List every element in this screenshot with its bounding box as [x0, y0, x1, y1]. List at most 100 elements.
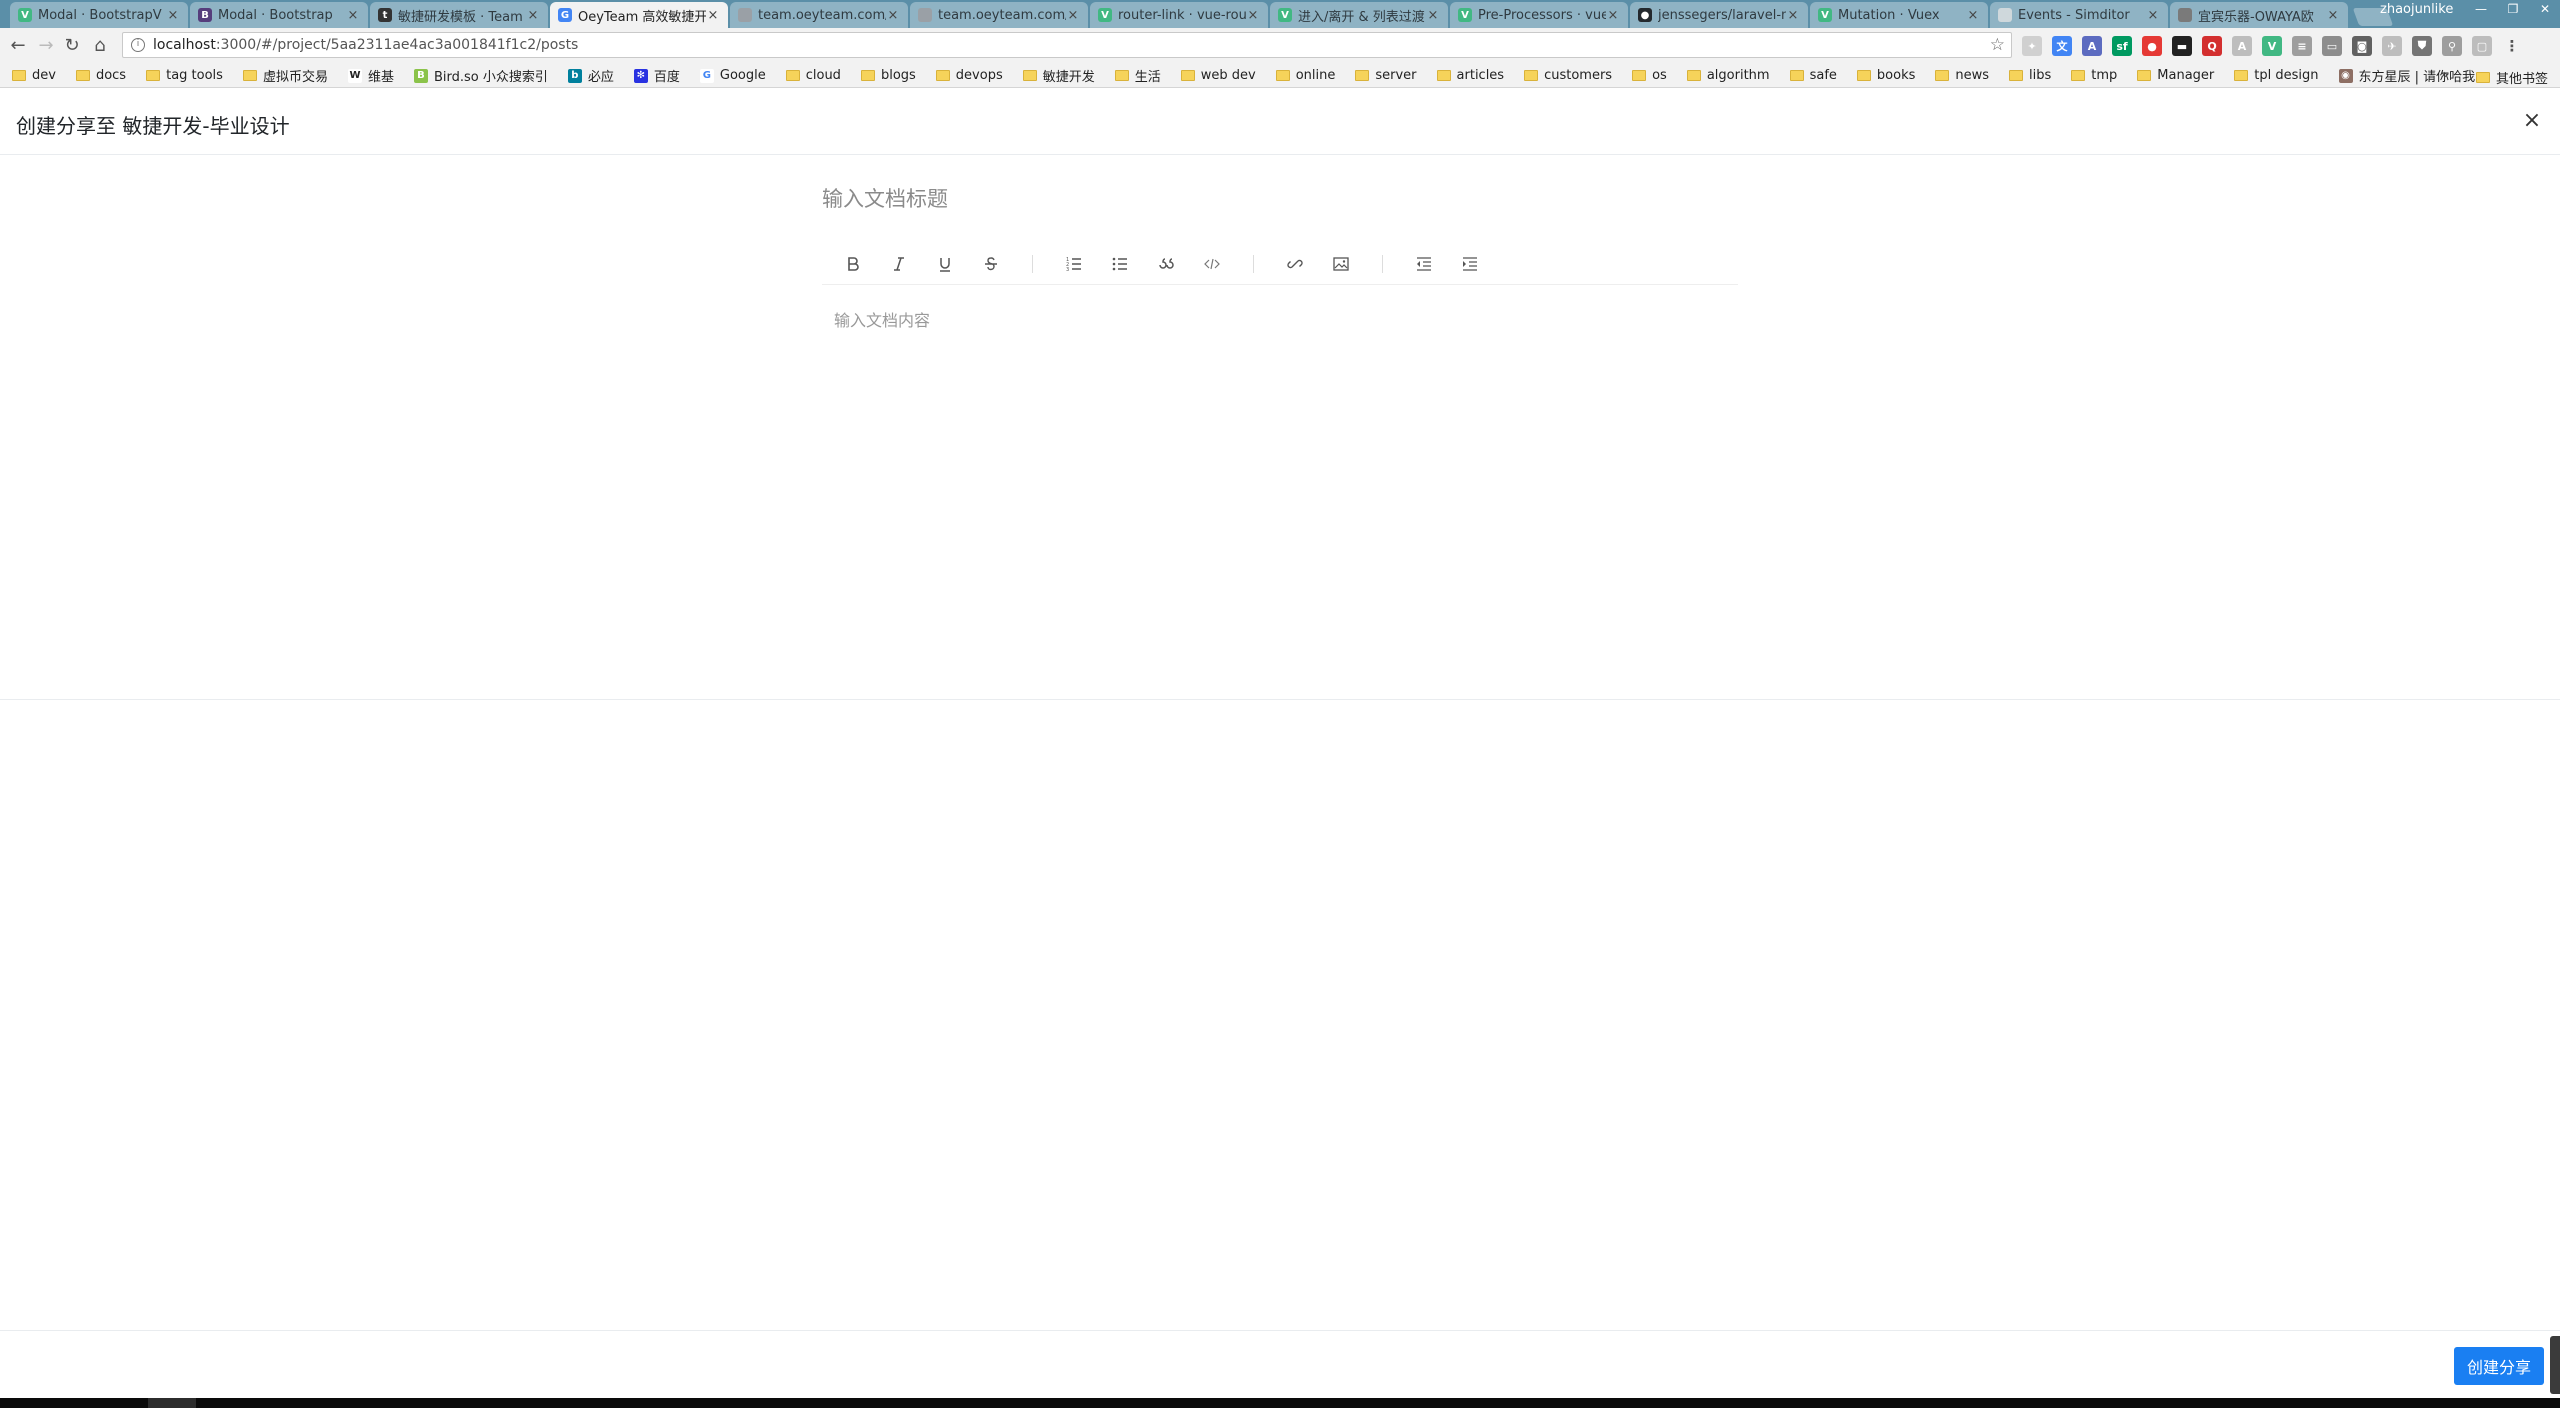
tab-close-icon[interactable]: × [526, 8, 540, 23]
browser-tab[interactable]: V Pre-Processors · vue × [1450, 2, 1628, 28]
tablet-icon[interactable]: ▭ [2322, 36, 2342, 56]
bookmark-item[interactable]: cloud [785, 68, 841, 83]
indent-icon[interactable] [1447, 249, 1493, 279]
taskbar-item[interactable] [148, 1398, 196, 1408]
bookmark-item[interactable]: B Bird.so 小众搜索引 [413, 66, 548, 85]
bookmark-item[interactable]: G Google [699, 68, 766, 83]
profile-name[interactable]: zhaojunlike [2380, 2, 2453, 17]
bookmark-item[interactable]: ✻ 百度 [633, 66, 680, 85]
bookmark-item[interactable]: blogs [860, 68, 916, 83]
bookmark-item[interactable]: algorithm [1686, 68, 1770, 83]
browser-tab[interactable]: t 敏捷研发模板 · Team × [370, 2, 548, 28]
tab-close-icon[interactable]: × [706, 8, 720, 23]
tab-close-icon[interactable]: × [166, 8, 180, 23]
tab-close-icon[interactable]: × [886, 8, 900, 23]
menu-icon[interactable]: ⋮ [2502, 36, 2522, 56]
back-icon[interactable]: ← [8, 36, 28, 56]
close-window-icon[interactable]: ✕ [2536, 2, 2554, 16]
browser-tab[interactable]: Events - Simditor × [1990, 2, 2168, 28]
bookmark-item[interactable]: Manager [2137, 68, 2214, 83]
tab-close-icon[interactable]: × [2146, 8, 2160, 23]
site-info-icon[interactable]: i [131, 38, 145, 52]
image-icon[interactable] [1318, 249, 1364, 279]
ordered-list-icon[interactable]: 123 [1051, 249, 1097, 279]
italic-icon[interactable] [876, 249, 922, 279]
bookmark-item[interactable]: tmp [2071, 68, 2117, 83]
bookmark-item[interactable]: 虚拟币交易 [242, 66, 328, 85]
bookmark-item[interactable]: online [1275, 68, 1335, 83]
terminal-icon[interactable]: ▬ [2172, 36, 2192, 56]
bookmark-item[interactable]: customers [1524, 68, 1612, 83]
vue-devtools-icon[interactable]: V [2262, 36, 2282, 56]
browser-tab[interactable]: B Modal · Bootstrap × [190, 2, 368, 28]
tab-close-icon[interactable]: × [346, 8, 360, 23]
outdent-icon[interactable] [1401, 249, 1447, 279]
browser-tab[interactable]: 宜宾乐器-OWAYA欧 × [2170, 2, 2348, 28]
circle-red-icon[interactable]: ● [2142, 36, 2162, 56]
browser-tab[interactable]: G OeyTeam 高效敏捷开 × [550, 2, 728, 28]
bookmark-item[interactable]: b 必应 [567, 66, 614, 85]
font-icon[interactable]: A [2232, 36, 2252, 56]
translate-alt-icon[interactable]: A [2082, 36, 2102, 56]
lastpass-icon[interactable]: ✦ [2022, 36, 2042, 56]
minimize-icon[interactable]: — [2472, 2, 2490, 16]
bookmark-item[interactable]: safe [1789, 68, 1837, 83]
bookmark-item[interactable]: 生活 [1114, 66, 1161, 85]
zoom-icon[interactable]: ⚲ [2442, 36, 2462, 56]
unordered-list-icon[interactable] [1097, 249, 1143, 279]
browser-tab[interactable]: V 进入/离开 & 列表过渡 × [1270, 2, 1448, 28]
bookmark-item[interactable]: articles [1436, 68, 1504, 83]
browser-tab[interactable]: team.oeyteam.com/× [730, 2, 908, 28]
bookmark-item[interactable]: server [1355, 68, 1417, 83]
blockquote-icon[interactable] [1143, 249, 1189, 279]
bookmark-item[interactable]: tag tools [146, 68, 223, 83]
shield-icon[interactable]: ⛊ [2412, 36, 2432, 56]
bookmark-item[interactable]: os [1632, 68, 1667, 83]
tab-close-icon[interactable]: × [1606, 8, 1620, 23]
tab-close-icon[interactable]: × [1966, 8, 1980, 23]
browser-tab[interactable]: Vrouter-link · vue-rou × [1090, 2, 1268, 28]
bird-icon[interactable]: ✈ [2382, 36, 2402, 56]
red-square-icon[interactable]: Q [2202, 36, 2222, 56]
bookmark-item[interactable]: docs [75, 68, 126, 83]
doc-title-input[interactable] [822, 179, 1742, 219]
tab-close-icon[interactable]: × [1426, 8, 1440, 23]
bookmark-item[interactable]: libs [2009, 68, 2051, 83]
link-icon[interactable] [1272, 249, 1318, 279]
bookmark-item[interactable]: dev [12, 68, 56, 83]
browser-tab[interactable]: V Mutation · Vuex × [1810, 2, 1988, 28]
translate-icon[interactable]: 文 [2052, 36, 2072, 56]
editor-content-area[interactable]: 输入文档内容 [822, 285, 1738, 353]
browser-tab[interactable]: V Modal · BootstrapV × [10, 2, 188, 28]
strikethrough-icon[interactable] [968, 249, 1014, 279]
bookmark-item[interactable]: books [1856, 68, 1915, 83]
bold-icon[interactable] [830, 249, 876, 279]
create-share-button[interactable]: 创建分享 [2453, 1347, 2544, 1385]
bookmarks-overflow-icon[interactable]: » [2440, 67, 2449, 83]
other-bookmarks[interactable]: 其他书签 [2476, 68, 2548, 87]
bookmark-item[interactable]: web dev [1180, 68, 1256, 83]
bookmark-item[interactable]: ◉ 东方星辰 | 请你哈我 [2338, 66, 2475, 85]
camera-icon[interactable]: ◙ [2352, 36, 2372, 56]
close-icon[interactable]: × [2520, 108, 2544, 133]
bookmark-item[interactable]: W 维基 [347, 66, 394, 85]
scrollbar[interactable] [2550, 1336, 2560, 1394]
tab-close-icon[interactable]: × [1246, 8, 1260, 23]
browser-tab[interactable]: team.oeyteam.com/× [910, 2, 1088, 28]
code-icon[interactable] [1189, 249, 1235, 279]
reader-icon[interactable]: ≡ [2292, 36, 2312, 56]
bookmark-item[interactable]: tpl design [2234, 68, 2319, 83]
underline-icon[interactable] [922, 249, 968, 279]
bookmark-item[interactable]: devops [935, 68, 1003, 83]
tab-close-icon[interactable]: × [2326, 8, 2340, 23]
segmentfault-icon[interactable]: sf [2112, 36, 2132, 56]
address-bar[interactable]: i localhost:3000/#/project/5aa2311ae4ac3… [122, 32, 2012, 58]
home-icon[interactable]: ⌂ [90, 36, 110, 56]
restore-icon[interactable]: ❐ [2504, 2, 2522, 16]
bookmark-item[interactable]: 敏捷开发 [1022, 66, 1095, 85]
bookmark-star-icon[interactable]: ☆ [1990, 35, 2005, 55]
forward-icon[interactable]: → [36, 36, 56, 56]
browser-tab[interactable]: ● jenssegers/laravel-m × [1630, 2, 1808, 28]
bookmark-item[interactable]: news [1935, 68, 1989, 83]
tab-close-icon[interactable]: × [1786, 8, 1800, 23]
